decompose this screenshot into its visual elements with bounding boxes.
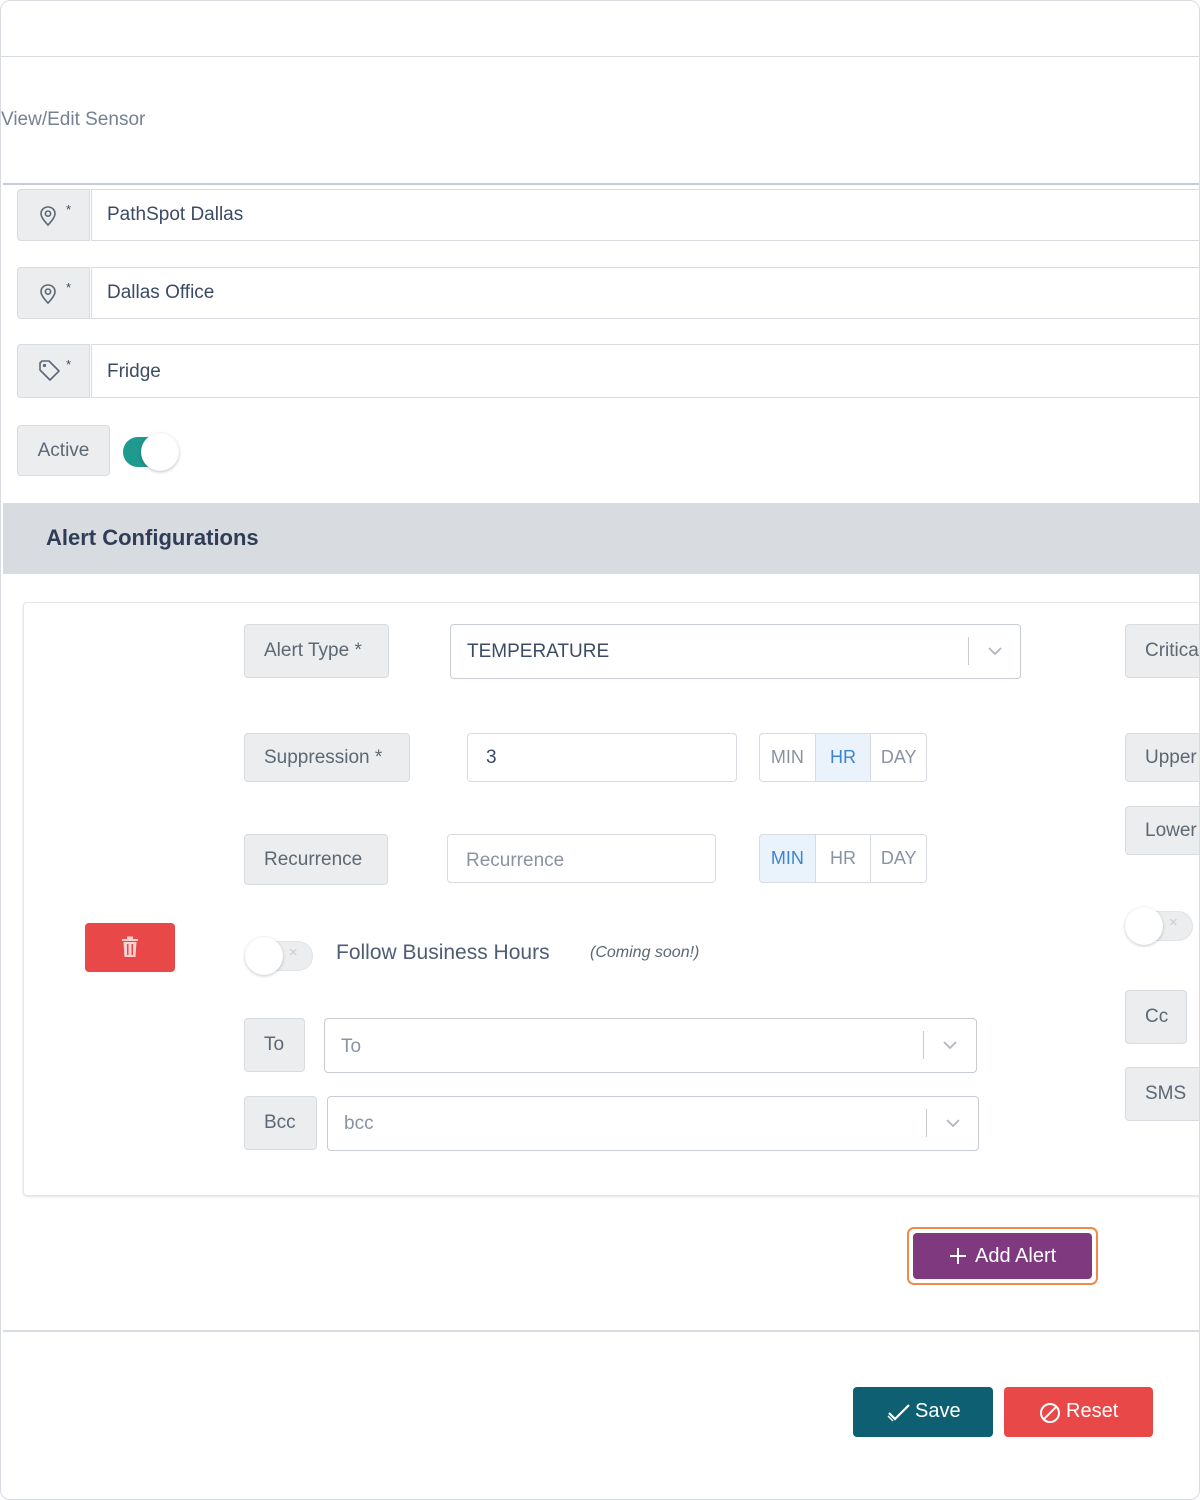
- check-icon: [887, 1404, 910, 1422]
- suppression-input[interactable]: 3: [467, 733, 737, 782]
- add-alert-focus-ring: Add Alert: [907, 1227, 1098, 1285]
- sensor-name-field-prefix: *: [17, 344, 90, 398]
- sms-label: SMS: [1125, 1067, 1199, 1121]
- select-separator: [968, 637, 969, 665]
- suppression-label: Suppression *: [244, 733, 410, 782]
- add-alert-button[interactable]: Add Alert: [913, 1233, 1092, 1279]
- reset-button[interactable]: Reset: [1004, 1387, 1153, 1437]
- alert-type-label: Alert Type *: [244, 624, 389, 678]
- location-input[interactable]: PathSpot Dallas: [91, 189, 1199, 241]
- reset-label: Reset: [1066, 1400, 1119, 1422]
- bcc-placeholder: bcc: [344, 1113, 374, 1134]
- chevron-down-icon: [988, 647, 1002, 656]
- toggle-knob: [245, 937, 283, 975]
- follow-business-hours-label: Follow Business Hours: [336, 941, 550, 964]
- required-mark: *: [66, 357, 72, 372]
- to-label: To: [244, 1018, 305, 1072]
- section-title: Alert Configurations: [46, 525, 259, 550]
- required-mark: *: [66, 280, 72, 295]
- recurrence-unit-hr[interactable]: HR: [816, 835, 872, 882]
- chevron-down-icon: [946, 1119, 960, 1128]
- suppression-unit-min[interactable]: MIN: [760, 734, 816, 781]
- top-bar: [1, 1, 1199, 57]
- recurrence-unit-min[interactable]: MIN: [760, 835, 816, 882]
- save-button[interactable]: Save: [853, 1387, 993, 1437]
- active-toggle[interactable]: [123, 433, 179, 471]
- location-pin-icon: [40, 284, 56, 305]
- suppression-unit-hr[interactable]: HR: [815, 734, 872, 781]
- select-separator: [923, 1031, 924, 1059]
- chevron-down-icon: [943, 1041, 957, 1050]
- alert-type-value: TEMPERATURE: [467, 641, 610, 662]
- alert-type-select[interactable]: TEMPERATURE: [450, 624, 1021, 679]
- to-placeholder: To: [341, 1036, 362, 1057]
- upper-label: Upper: [1125, 733, 1199, 782]
- title-divider: [3, 183, 1199, 185]
- toggle-off-icon: ×: [289, 944, 298, 961]
- trash-icon: [122, 936, 138, 957]
- tag-icon: [39, 360, 60, 381]
- toggle-off-icon: ×: [1169, 914, 1178, 931]
- critical-label: Critica: [1125, 624, 1199, 678]
- recurrence-input[interactable]: Recurrence: [447, 834, 716, 883]
- bcc-label: Bcc: [244, 1096, 317, 1150]
- sensor-form-page: View/Edit Sensor * PathSpot Dallas * Dal…: [0, 0, 1200, 1500]
- recurrence-unit-day[interactable]: DAY: [871, 835, 926, 882]
- suppression-unit-selector: MIN HR DAY: [759, 733, 927, 782]
- select-separator: [926, 1109, 927, 1137]
- footer-divider: [3, 1330, 1199, 1332]
- right-column-toggle[interactable]: ×: [1125, 907, 1193, 945]
- required-mark: *: [66, 202, 72, 217]
- follow-business-hours-toggle[interactable]: ×: [245, 937, 313, 975]
- recurrence-label: Recurrence: [244, 834, 388, 885]
- sublocation-field-prefix: *: [17, 267, 90, 319]
- sensor-name-input[interactable]: Fridge: [91, 344, 1199, 398]
- suppression-unit-day[interactable]: DAY: [871, 734, 926, 781]
- active-toggle-knob: [141, 433, 179, 471]
- cc-label: Cc: [1125, 990, 1187, 1044]
- ban-icon: [1040, 1403, 1060, 1423]
- location-field-prefix: *: [17, 189, 90, 241]
- delete-alert-button[interactable]: [85, 923, 175, 972]
- bcc-select[interactable]: bcc: [327, 1096, 979, 1151]
- sublocation-input[interactable]: Dallas Office: [91, 267, 1199, 319]
- page-title: View/Edit Sensor: [1, 109, 146, 130]
- plus-icon: [950, 1248, 966, 1264]
- add-alert-label: Add Alert: [975, 1245, 1057, 1267]
- recurrence-unit-selector: MIN HR DAY: [759, 834, 927, 883]
- coming-soon-note: (Coming soon!): [590, 944, 700, 961]
- to-select[interactable]: To: [324, 1018, 977, 1073]
- lower-label: Lower: [1125, 806, 1199, 855]
- active-label: Active: [17, 425, 110, 476]
- save-label: Save: [915, 1400, 961, 1422]
- toggle-knob: [1125, 907, 1163, 945]
- location-pin-icon: [40, 206, 56, 227]
